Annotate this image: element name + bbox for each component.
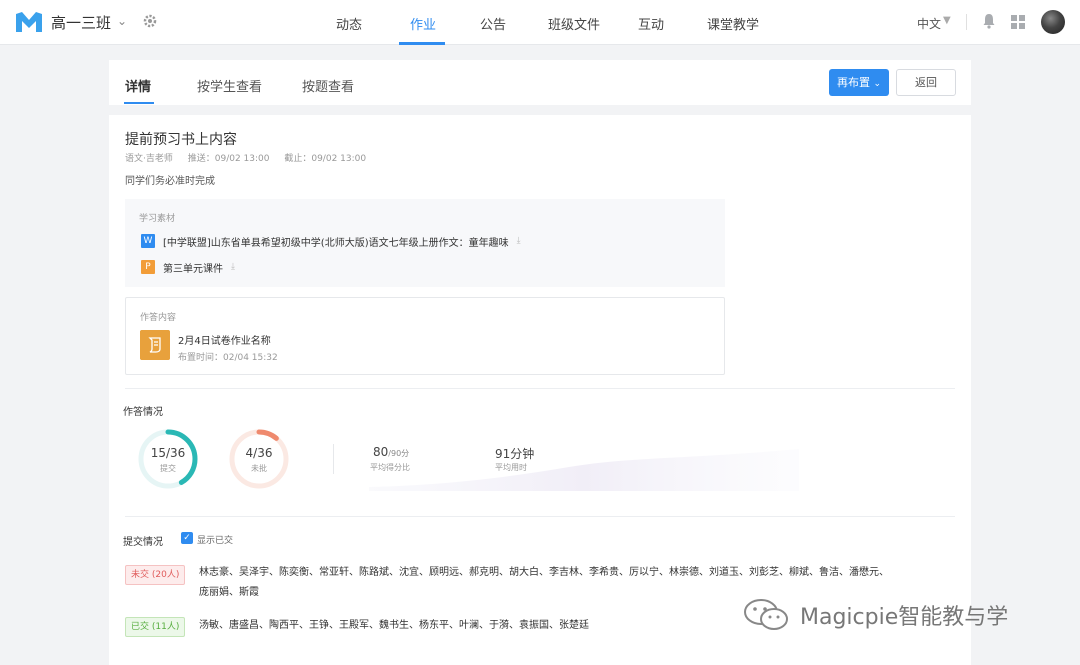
- class-name[interactable]: 高一三班: [51, 12, 111, 33]
- material-file-row[interactable]: W [中学联盟]山东省单县希望初级中学(北师大版)语文七年级上册作文：童年趣味 …: [141, 233, 521, 249]
- submitted-count: 15/36: [150, 446, 186, 460]
- app-logo-icon[interactable]: [14, 10, 44, 34]
- homework-title: 提前预习书上内容: [125, 132, 237, 148]
- submitted-tag: 已交 (11人): [125, 617, 186, 637]
- unsubmitted-tag: 未交 (20人): [125, 565, 186, 585]
- download-icon[interactable]: ⤓: [231, 262, 235, 272]
- nav-announcement[interactable]: 公告: [480, 14, 506, 33]
- language-selector[interactable]: 中文: [917, 15, 941, 32]
- unsubmitted-names: 林志豪、吴泽宇、陈奕衡、常亚轩、陈路斌、沈宜、顾明远、郝克明、胡大白、李吉林、李…: [199, 563, 889, 603]
- nav-interaction[interactable]: 互动: [638, 14, 664, 33]
- apps-grid-icon[interactable]: [1011, 15, 1025, 29]
- divider: [333, 444, 334, 474]
- average-time-label: 平均用时: [495, 463, 527, 472]
- watermark: Magicpie智能教与学: [742, 598, 1008, 632]
- download-icon[interactable]: ⤓: [517, 236, 521, 246]
- tab-by-student[interactable]: 按学生查看: [197, 76, 262, 95]
- wechat-icon: [744, 599, 788, 630]
- reassign-button[interactable]: 再布置 ⌄: [829, 69, 889, 96]
- unsubmitted-names-line: 林志豪、吴泽宇、陈奕衡、常亚轩、陈路斌、沈宜、顾明远、郝克明、胡大白、李吉林、李…: [199, 567, 889, 578]
- submitted-names: 汤敏、唐盛昌、陶西平、王铮、王殿军、魏书生、杨东平、叶澜、于漪、袁振国、张楚廷: [199, 620, 589, 631]
- chevron-down-icon[interactable]: ⌄: [117, 14, 127, 28]
- homework-detail-card: 提前预习书上内容 语文·吉老师 推送：09/02 13:00 截止：09/02 …: [109, 115, 971, 665]
- word-file-icon: W: [141, 234, 155, 248]
- average-time: 91分钟: [495, 447, 535, 461]
- deadline-time: 截止：09/02 13:00: [284, 154, 367, 164]
- active-nav-indicator: [399, 42, 445, 45]
- active-tab-indicator: [124, 102, 154, 104]
- nav-dynamics[interactable]: 动态: [336, 14, 362, 33]
- user-avatar[interactable]: [1041, 10, 1065, 34]
- material-file-name[interactable]: [中学联盟]山东省单县希望初级中学(北师大版)语文七年级上册作文：童年趣味: [163, 234, 509, 249]
- nav-homework[interactable]: 作业: [410, 14, 436, 33]
- nav-class-files[interactable]: 班级文件: [548, 14, 600, 33]
- divider: [125, 516, 955, 517]
- trend-wave-decoration: [369, 449, 799, 491]
- exam-paper-icon: [140, 330, 170, 360]
- top-navigation-bar: 高一三班 ⌄ 动态 作业 公告 班级文件 互动 课堂教学 中文 ▼: [0, 0, 1080, 45]
- nav-classroom-teaching[interactable]: 课堂教学: [707, 14, 759, 33]
- tab-details[interactable]: 详情: [125, 76, 151, 95]
- unmarked-label: 未批: [251, 464, 267, 473]
- powerpoint-file-icon: P: [141, 260, 155, 274]
- average-score-total: /90分: [388, 449, 410, 458]
- bell-icon[interactable]: [982, 13, 996, 29]
- watermark-text: Magicpie智能教与学: [800, 605, 1009, 630]
- tab-by-question[interactable]: 按题查看: [302, 76, 354, 95]
- homework-meta: 语文·吉老师 推送：09/02 13:00 截止：09/02 13:00: [125, 151, 378, 164]
- back-button[interactable]: 返回: [896, 69, 956, 96]
- gear-icon[interactable]: [142, 13, 158, 29]
- material-file-row[interactable]: P 第三单元课件 ⤓: [141, 259, 235, 275]
- push-time: 推送：09/02 13:00: [187, 154, 270, 164]
- subject-teacher: 语文·吉老师: [125, 154, 173, 164]
- chevron-down-icon: ⌄: [873, 79, 882, 89]
- paper-assigned-time: 布置时间：02/04 15:32: [178, 353, 278, 363]
- show-submitted-label[interactable]: 显示已交: [197, 533, 233, 546]
- answer-content-box[interactable]: 作答内容 2月4日试卷作业名称 布置时间：02/04 15:32: [125, 297, 725, 375]
- detail-tabs-bar: 详情 按学生查看 按题查看 再布置 ⌄ 返回: [109, 60, 971, 105]
- homework-description: 同学们务必准时完成: [125, 176, 215, 187]
- materials-label: 学习素材: [139, 214, 176, 224]
- divider: [966, 14, 967, 30]
- average-score-label: 平均得分比: [370, 463, 410, 472]
- answer-content-label: 作答内容: [140, 313, 177, 323]
- submitted-label: 提交: [160, 464, 176, 473]
- divider: [125, 388, 955, 389]
- show-submitted-checkbox[interactable]: ✓: [181, 532, 193, 544]
- answer-status-title: 作答情况: [123, 407, 163, 418]
- average-score: 80/90分: [373, 445, 409, 459]
- average-score-value: 80: [373, 445, 389, 459]
- unmarked-count: 4/36: [245, 446, 273, 460]
- caret-down-icon[interactable]: ▼: [943, 15, 951, 26]
- submission-title: 提交情况: [123, 537, 163, 548]
- learning-materials-box: 学习素材 W [中学联盟]山东省单县希望初级中学(北师大版)语文七年级上册作文：…: [125, 199, 725, 287]
- reassign-button-label: 再布置: [836, 76, 870, 89]
- material-file-name[interactable]: 第三单元课件: [163, 260, 223, 275]
- paper-title[interactable]: 2月4日试卷作业名称: [178, 332, 271, 347]
